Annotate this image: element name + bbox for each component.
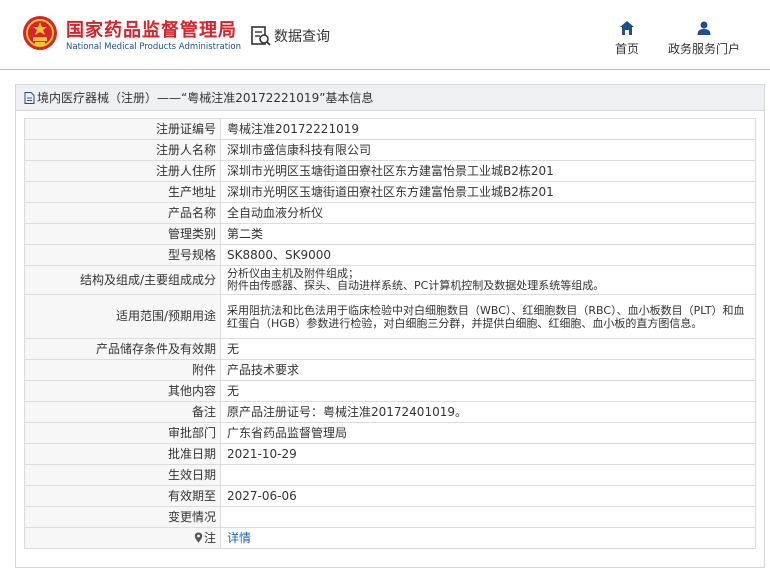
table-row: 变更情况 [24, 506, 756, 528]
table-row: 其他内容 无 [24, 380, 756, 402]
location-pin-icon [194, 532, 203, 542]
field-label: 生效日期 [24, 464, 221, 486]
field-label: 附件 [24, 359, 221, 381]
panel-title-text: 境内医疗器械（注册）——“粤械注准20172221019”基本信息 [37, 90, 374, 105]
table-row: 注册证编号 粤械注准20172221019 [24, 118, 756, 140]
field-value: 2021-10-29 [220, 443, 756, 465]
table-row: 结构及组成/主要组成成分 分析仪由主机及附件组成； 附件由传感器、探头、自动进样… [24, 265, 756, 295]
nav-home-label: 首页 [614, 42, 639, 56]
field-label: 有效期至 [24, 485, 221, 507]
field-value [220, 506, 756, 528]
data-query-label: 数据查询 [274, 29, 330, 45]
field-label: 型号规格 [24, 244, 221, 266]
table-row: 有效期至 2027-06-06 [24, 485, 756, 507]
field-label: 注册证编号 [24, 118, 221, 140]
table-row: 管理类别 第二类 [24, 223, 756, 245]
document-search-icon [251, 26, 271, 46]
field-value-multiline: 分析仪由主机及附件组成； 附件由传感器、探头、自动进样系统、PC计算机控制及数据… [220, 265, 756, 295]
table-row: 注 详情 [24, 527, 756, 549]
nav-home[interactable]: 首页 [612, 20, 642, 57]
field-label: 结构及组成/主要组成成分 [24, 265, 221, 295]
note-label-cell: 注 [24, 527, 221, 549]
table-row: 适用范围/预期用途 采用阻抗法和比色法用于临床检验中对白细胞数目（WBC）、红细… [24, 294, 756, 339]
info-table: 注册证编号 粤械注准20172221019 注册人名称 深圳市盛信康科技有限公司… [24, 118, 756, 549]
table-row: 审批部门 广东省药品监督管理局 [24, 422, 756, 444]
document-icon [24, 91, 35, 104]
field-label: 变更情况 [24, 506, 221, 528]
field-value: 无 [220, 380, 756, 402]
field-label: 生产地址 [24, 181, 221, 203]
field-value: 原产品注册证号：粤械注准20172401019。 [220, 401, 756, 423]
nav-gov-service[interactable]: 政务服务门户 [664, 20, 744, 57]
field-label: 管理类别 [24, 223, 221, 245]
field-value: SK8800、SK9000 [220, 244, 756, 266]
field-label: 产品储存条件及有效期 [24, 338, 221, 360]
field-label: 产品名称 [24, 202, 221, 224]
detail-link[interactable]: 详情 [227, 531, 251, 545]
nav-gov-service-label: 政务服务门户 [667, 42, 740, 56]
field-label: 注 [203, 530, 216, 545]
detail-link-cell: 详情 [220, 527, 756, 549]
table-row: 型号规格 SK8800、SK9000 [24, 244, 756, 266]
field-value: 广东省药品监督管理局 [220, 422, 756, 444]
table-row: 生产地址 深圳市光明区玉塘街道田寮社区东方建富怡景工业城B2栋201 [24, 181, 756, 203]
table-row: 产品储存条件及有效期 无 [24, 338, 756, 360]
field-label: 注册人住所 [24, 160, 221, 182]
table-row: 批准日期 2021-10-29 [24, 443, 756, 465]
table-row: 注册人名称 深圳市盛信康科技有限公司 [24, 139, 756, 161]
field-label: 其他内容 [24, 380, 221, 402]
data-query-link[interactable]: 数据查询 [250, 24, 330, 48]
site-title-cn[interactable]: 国家药品监督管理局 [66, 16, 237, 42]
table-row: 备注 原产品注册证号：粤械注准20172401019。 [24, 401, 756, 423]
table-row: 注册人住所 深圳市光明区玉塘街道田寮社区东方建富怡景工业城B2栋201 [24, 160, 756, 182]
field-label: 适用范围/预期用途 [24, 294, 221, 339]
field-label: 审批部门 [24, 422, 221, 444]
home-icon [620, 21, 634, 35]
field-label: 注册人名称 [24, 139, 221, 161]
field-label: 备注 [24, 401, 221, 423]
field-value-multiline: 采用阻抗法和比色法用于临床检验中对白细胞数目（WBC）、红细胞数目（RBC）、血… [220, 294, 756, 339]
field-value [220, 464, 756, 486]
site-title-en: National Medical Products Administration [66, 42, 241, 52]
national-emblem-icon[interactable] [22, 14, 58, 52]
panel-title: 境内医疗器械（注册）——“粤械注准20172221019”基本信息 [16, 85, 764, 111]
field-value: 粤械注准20172221019 [220, 118, 756, 140]
site-header: 国家药品监督管理局 National Medical Products Admi… [0, 0, 770, 70]
field-value: 深圳市光明区玉塘街道田寮社区东方建富怡景工业城B2栋201 [220, 160, 756, 182]
field-value: 第二类 [220, 223, 756, 245]
table-row: 附件 产品技术要求 [24, 359, 756, 381]
field-value: 无 [220, 338, 756, 360]
field-value: 深圳市盛信康科技有限公司 [220, 139, 756, 161]
table-row: 生效日期 [24, 464, 756, 486]
field-value: 产品技术要求 [220, 359, 756, 381]
field-value: 全自动血液分析仪 [220, 202, 756, 224]
user-icon [697, 21, 711, 35]
field-label: 批准日期 [24, 443, 221, 465]
table-row: 产品名称 全自动血液分析仪 [24, 202, 756, 224]
field-value: 深圳市光明区玉塘街道田寮社区东方建富怡景工业城B2栋201 [220, 181, 756, 203]
detail-panel: 境内医疗器械（注册）——“粤械注准20172221019”基本信息 注册证编号 … [15, 84, 765, 568]
field-value: 2027-06-06 [220, 485, 756, 507]
